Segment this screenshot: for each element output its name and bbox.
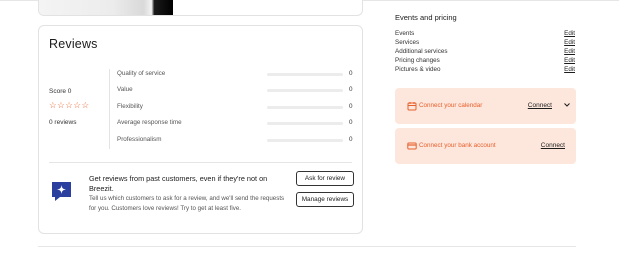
events-pricing-label: Services (395, 39, 420, 46)
events-pricing-row: Events Edit (395, 30, 576, 39)
metric-row: Value 0 (117, 86, 357, 95)
manage-reviews-button[interactable]: Manage reviews (296, 192, 354, 207)
reviews-card: Reviews Score 0 ☆☆☆☆☆ 0 reviews Quality … (38, 25, 363, 234)
connect-bank-link[interactable]: Connect (541, 142, 565, 149)
events-pricing-row: Pricing changes Edit (395, 57, 576, 66)
metric-label: Value (117, 86, 133, 93)
edit-pricing-changes-link[interactable]: Edit (564, 57, 575, 64)
connect-calendar-link[interactable]: Connect (528, 102, 552, 109)
connect-calendar-label: Connect your calendar (419, 102, 483, 109)
sparkle-chat-icon (52, 182, 71, 201)
edit-pictures-video-link[interactable]: Edit (564, 66, 575, 73)
connect-bank-label: Connect your bank account (419, 142, 496, 149)
metric-label: Flexibility (117, 103, 143, 110)
events-pricing-title: Events and pricing (395, 13, 457, 22)
edit-additional-services-link[interactable]: Edit (564, 48, 575, 55)
score-label: Score 0 (49, 88, 72, 95)
metric-value: 0 (349, 103, 353, 110)
metric-bar (267, 122, 343, 125)
metric-label: Professionalism (117, 136, 162, 143)
edit-events-link[interactable]: Edit (564, 30, 575, 37)
events-pricing-label: Additional services (395, 48, 448, 55)
events-pricing-row: Services Edit (395, 39, 576, 48)
metric-bar (267, 89, 343, 92)
metric-label: Quality of service (117, 70, 166, 77)
chevron-down-icon[interactable] (563, 101, 571, 109)
metric-value: 0 (349, 70, 353, 77)
rating-stars: ☆☆☆☆☆ (49, 100, 90, 110)
edit-services-link[interactable]: Edit (564, 39, 575, 46)
score-divider (109, 69, 110, 149)
metric-row: Professionalism 0 (117, 136, 357, 145)
metric-bar (267, 139, 343, 142)
metric-row: Quality of service 0 (117, 70, 357, 79)
metric-value: 0 (349, 86, 353, 93)
events-pricing-row: Pictures & video Edit (395, 66, 576, 75)
metric-bar (267, 106, 343, 109)
events-pricing-row: Additional services Edit (395, 48, 576, 57)
events-pricing-label: Pricing changes (395, 57, 440, 64)
reviews-divider (49, 162, 352, 163)
metric-row: Flexibility 0 (117, 103, 357, 112)
media-image (39, 0, 173, 15)
metric-label: Average response time (117, 119, 182, 126)
reviews-count: 0 reviews (49, 119, 77, 126)
credit-card-icon (407, 142, 417, 150)
ask-for-review-button[interactable]: Ask for review (296, 171, 354, 186)
calendar-icon (407, 102, 417, 111)
events-pricing-label: Events (395, 30, 415, 37)
footer-divider (38, 246, 576, 247)
connect-calendar-card: Connect your calendar Connect (395, 88, 576, 124)
metric-value: 0 (349, 119, 353, 126)
media-card (38, 0, 363, 16)
metric-bar (267, 73, 343, 76)
review-cta-title: Get reviews from past customers, even if… (89, 174, 268, 193)
review-cta-body: Tell us which customers to ask for a rev… (89, 195, 285, 212)
metric-value: 0 (349, 136, 353, 143)
events-pricing-label: Pictures & video (395, 66, 441, 73)
connect-bank-card: Connect your bank account Connect (395, 128, 576, 164)
metric-row: Average response time 0 (117, 119, 357, 128)
reviews-title: Reviews (49, 37, 98, 51)
